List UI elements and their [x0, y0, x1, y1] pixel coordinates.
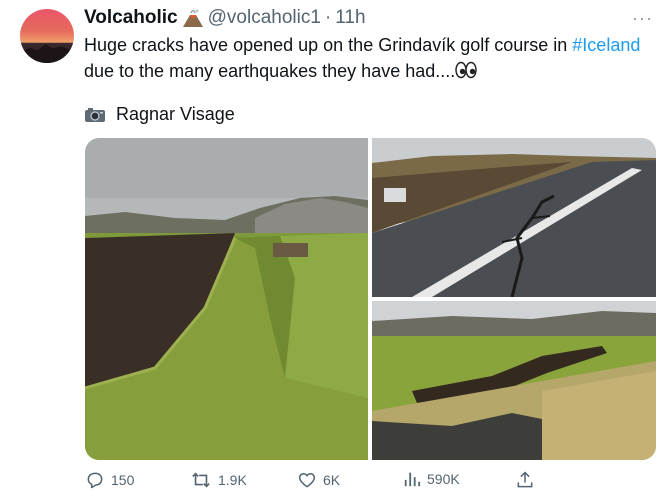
media-grid: [85, 138, 656, 460]
heart-icon: [298, 472, 316, 488]
volcano-icon: [182, 8, 204, 28]
photo-golf-crack[interactable]: [372, 301, 656, 460]
photo-credit-name: Ragnar Visage: [116, 104, 235, 124]
avatar-mountain-silhouette: [20, 44, 74, 63]
photo-road[interactable]: [372, 138, 656, 297]
action-bar: 150 1.9K 6K 590K: [85, 470, 645, 492]
like-count: 6K: [323, 472, 341, 488]
share-icon: [517, 471, 533, 488]
reply-count: 150: [111, 472, 135, 488]
timestamp[interactable]: 11h: [335, 7, 365, 29]
repost-count: 1.9K: [218, 472, 247, 488]
camera-icon: [84, 107, 106, 123]
reply-button[interactable]: 150: [85, 470, 134, 490]
photo-credit: Ragnar Visage: [84, 104, 235, 125]
views-button[interactable]: 590K: [403, 470, 460, 488]
share-button[interactable]: [515, 470, 541, 490]
tweet-text: Huge cracks have opened up on the Grinda…: [84, 32, 654, 86]
hashtag-link[interactable]: #Iceland: [572, 35, 640, 55]
reply-icon: [87, 472, 103, 489]
user-handle[interactable]: @volcaholic1: [208, 7, 321, 29]
repost-icon: [192, 472, 210, 488]
tweet-header: Volcaholic @volcaholic1 · 11h: [84, 6, 366, 30]
tweet-text-part: due to the many earthquakes they have ha…: [84, 61, 456, 81]
avatar[interactable]: [20, 9, 74, 63]
separator: ·: [324, 7, 332, 28]
more-options-icon[interactable]: ···: [632, 8, 653, 29]
tweet-text-part: Huge cracks have opened up on the Grinda…: [84, 35, 573, 55]
repost-button[interactable]: 1.9K: [190, 470, 247, 490]
analytics-icon: [404, 472, 421, 487]
photo-trench[interactable]: [85, 138, 368, 460]
views-count: 590K: [427, 471, 460, 487]
eyes-icon: [455, 60, 477, 86]
display-name[interactable]: Volcaholic: [84, 7, 178, 29]
like-button[interactable]: 6K: [297, 470, 340, 490]
